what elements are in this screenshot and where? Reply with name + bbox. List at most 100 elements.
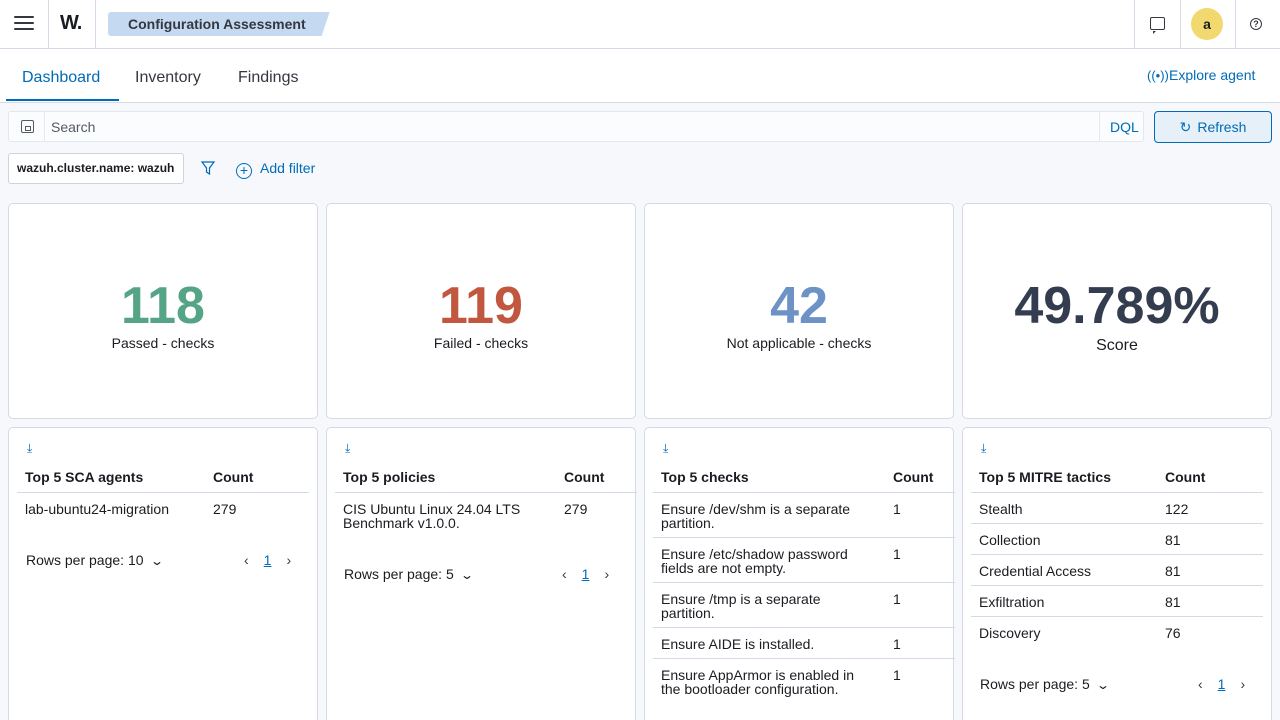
- tab-findings[interactable]: Findings: [238, 69, 298, 87]
- refresh-button[interactable]: ↻ Refresh: [1154, 111, 1272, 143]
- row-divider: [653, 627, 955, 628]
- table-cell: Ensure /dev/shm is a separate partition.: [661, 501, 851, 531]
- rows-per-page-selector[interactable]: Rows per page: 5 ⌄: [980, 676, 1110, 692]
- row-divider: [971, 554, 1263, 555]
- metric-label: Passed - checks: [111, 335, 215, 351]
- rows-per-page-selector[interactable]: Rows per page: 10 ⌄: [26, 552, 164, 568]
- header-divider: [1134, 0, 1135, 49]
- active-tab-indicator: [6, 99, 119, 101]
- download-icon[interactable]: ⤓: [27, 441, 32, 456]
- search-bar: DQL: [8, 111, 1144, 142]
- tab-inventory[interactable]: Inventory: [135, 69, 201, 87]
- prev-page-icon[interactable]: ‹: [562, 566, 567, 582]
- top-header: W. Configuration Assessment a ?: [0, 0, 1280, 49]
- explore-agent-button[interactable]: ((•))Explore agent: [1147, 67, 1255, 83]
- table-card-agents: ⤓ Top 5 SCA agents Count lab-ubuntu24-mi…: [8, 427, 318, 720]
- table-cell: 81: [1165, 563, 1181, 579]
- table-cell: 122: [1165, 501, 1189, 517]
- chevron-down-icon: ⌄: [1095, 678, 1110, 692]
- tab-dashboard[interactable]: Dashboard: [22, 69, 100, 87]
- menu-icon[interactable]: [14, 16, 34, 32]
- row-divider: [971, 616, 1263, 617]
- table-card-checks: ⤓ Top 5 checks Count Ensure /dev/shm is …: [644, 427, 955, 720]
- metric-card-not-applicable: 42 Not applicable - checks: [644, 203, 954, 419]
- column-header[interactable]: Top 5 policies: [343, 469, 435, 485]
- add-filter-button[interactable]: + Add filter: [236, 160, 315, 179]
- row-divider: [653, 582, 955, 583]
- table-cell: Ensure /etc/shadow password fields are n…: [661, 546, 848, 576]
- column-header[interactable]: Count: [893, 469, 933, 485]
- header-divider: [1180, 0, 1181, 49]
- download-icon[interactable]: ⤓: [663, 441, 668, 456]
- chevron-down-icon: ⌄: [149, 554, 164, 568]
- next-page-icon[interactable]: ›: [1240, 676, 1245, 692]
- table-cell: 76: [1165, 625, 1181, 641]
- pagination: ‹ 1 ›: [562, 566, 609, 582]
- table-cell: Exfiltration: [979, 594, 1045, 610]
- metric-card-passed: 118 Passed - checks: [8, 203, 318, 419]
- row-divider: [653, 658, 955, 659]
- table-cell: 1: [893, 501, 901, 517]
- metric-value: 42: [770, 277, 828, 335]
- column-header[interactable]: Count: [564, 469, 604, 485]
- prev-page-icon[interactable]: ‹: [244, 552, 249, 568]
- metric-card-failed: 119 Failed - checks: [326, 203, 636, 419]
- column-header[interactable]: Top 5 SCA agents: [25, 469, 143, 485]
- row-divider: [653, 537, 955, 538]
- table-cell: Ensure /tmp is a separate partition.: [661, 591, 821, 621]
- filter-pill[interactable]: wazuh.cluster.name: wazuh: [8, 153, 184, 184]
- table-card-mitre: ⤓ Top 5 MITRE tactics Count Stealth 122 …: [962, 427, 1272, 720]
- table-cell: Ensure AppArmor is enabled in the bootlo…: [661, 667, 854, 697]
- table-cell: 81: [1165, 594, 1181, 610]
- table-cell: Stealth: [979, 501, 1023, 517]
- metric-value: 49.789%: [1014, 277, 1220, 335]
- header-divider: [17, 492, 309, 493]
- saved-query-icon[interactable]: [21, 120, 34, 133]
- column-header[interactable]: Top 5 checks: [661, 469, 749, 485]
- dql-toggle[interactable]: DQL: [1110, 119, 1139, 135]
- metric-label: Not applicable - checks: [726, 335, 872, 351]
- column-header[interactable]: Count: [213, 469, 253, 485]
- metric-value: 119: [439, 277, 523, 335]
- metric-card-score: 49.789% Score: [962, 203, 1272, 419]
- search-input[interactable]: [51, 112, 1101, 141]
- help-icon[interactable]: ?: [1250, 18, 1262, 30]
- download-icon[interactable]: ⤓: [981, 441, 986, 456]
- table-cell: 1: [893, 667, 901, 683]
- row-divider: [971, 523, 1263, 524]
- table-cell: Collection: [979, 532, 1041, 548]
- table-cell: 1: [893, 591, 901, 607]
- refresh-icon: ↻: [1179, 119, 1192, 135]
- prev-page-icon[interactable]: ‹: [1198, 676, 1203, 692]
- download-icon[interactable]: ⤓: [345, 441, 350, 456]
- breadcrumb[interactable]: Configuration Assessment: [108, 12, 330, 36]
- rows-per-page-selector[interactable]: Rows per page: 5 ⌄: [344, 566, 474, 582]
- header-divider: [653, 492, 955, 493]
- column-header[interactable]: Count: [1165, 469, 1205, 485]
- table-cell: 1: [893, 546, 901, 562]
- table-cell: Ensure AIDE is installed.: [661, 636, 815, 652]
- header-divider: [971, 492, 1263, 493]
- next-page-icon[interactable]: ›: [286, 552, 291, 568]
- pagination: ‹ 1 ›: [244, 552, 291, 568]
- page-number[interactable]: 1: [264, 552, 272, 568]
- chat-icon[interactable]: [1150, 17, 1165, 34]
- table-cell: 279: [213, 501, 237, 517]
- page-number[interactable]: 1: [1218, 676, 1226, 692]
- page-number[interactable]: 1: [582, 566, 590, 582]
- filter-icon[interactable]: [200, 160, 216, 176]
- avatar[interactable]: a: [1191, 8, 1223, 40]
- search-divider: [1099, 112, 1100, 141]
- broadcast-icon: ((•)): [1147, 68, 1169, 83]
- chevron-down-icon: ⌄: [459, 568, 474, 582]
- next-page-icon[interactable]: ›: [604, 566, 609, 582]
- row-divider: [971, 585, 1263, 586]
- logo[interactable]: W.: [60, 12, 82, 35]
- pagination: ‹ 1 ›: [1198, 676, 1245, 692]
- table-cell: 1: [893, 636, 901, 652]
- table-cell: CIS Ubuntu Linux 24.04 LTS Benchmark v1.…: [343, 501, 521, 531]
- column-header[interactable]: Top 5 MITRE tactics: [979, 469, 1111, 485]
- plus-circle-icon: +: [236, 163, 252, 179]
- header-divider: [1235, 0, 1236, 49]
- table-cell: Credential Access: [979, 563, 1092, 579]
